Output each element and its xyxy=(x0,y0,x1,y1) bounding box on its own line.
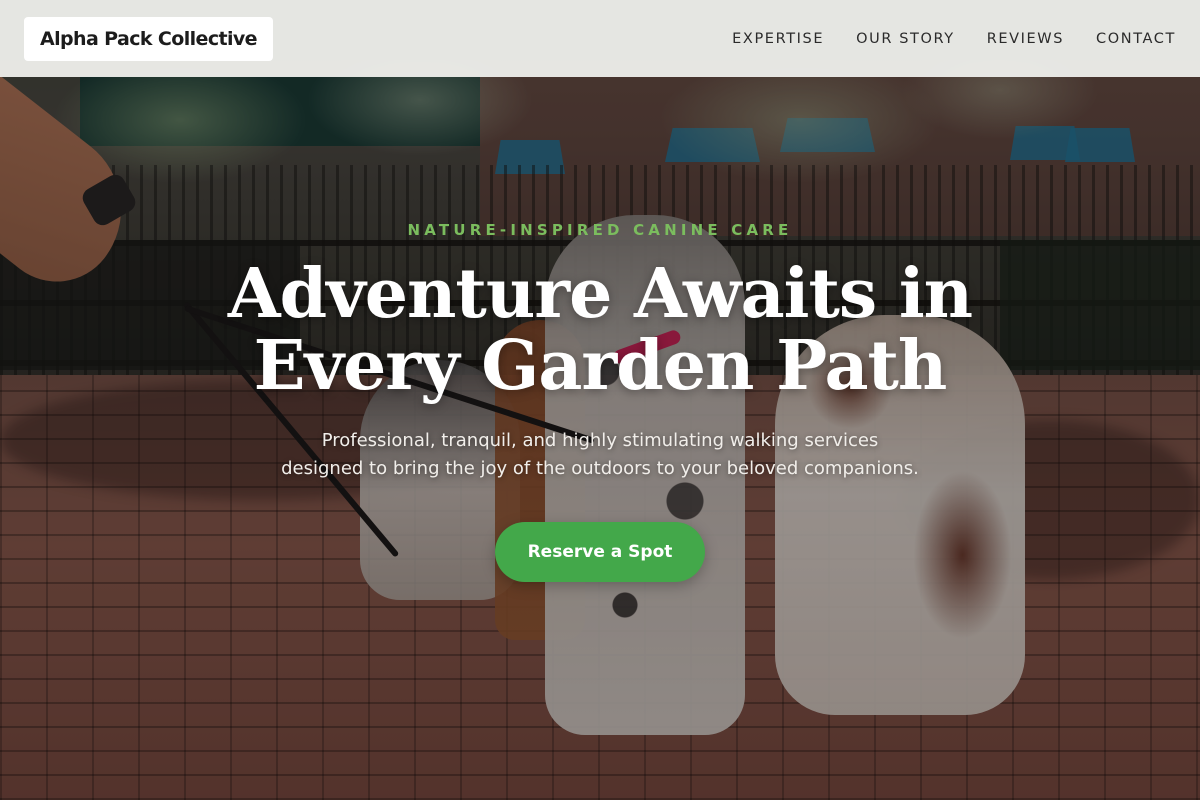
hero-eyebrow: NATURE-INSPIRED CANINE CARE xyxy=(407,221,793,239)
reserve-spot-button[interactable]: Reserve a Spot xyxy=(495,522,705,582)
hero-subtitle: Professional, tranquil, and highly stimu… xyxy=(250,427,950,483)
hero-subtitle-line-2: designed to bring the joy of the outdoor… xyxy=(281,458,919,479)
hero-headline: Adventure Awaits in Every Garden Path xyxy=(200,258,1000,402)
hero-headline-line-2: Every Garden Path xyxy=(253,326,948,406)
hero-headline-line-1: Adventure Awaits in xyxy=(227,254,973,334)
hero-section: NATURE-INSPIRED CANINE CARE Adventure Aw… xyxy=(0,0,1200,800)
hero-subtitle-line-1: Professional, tranquil, and highly stimu… xyxy=(321,430,879,451)
